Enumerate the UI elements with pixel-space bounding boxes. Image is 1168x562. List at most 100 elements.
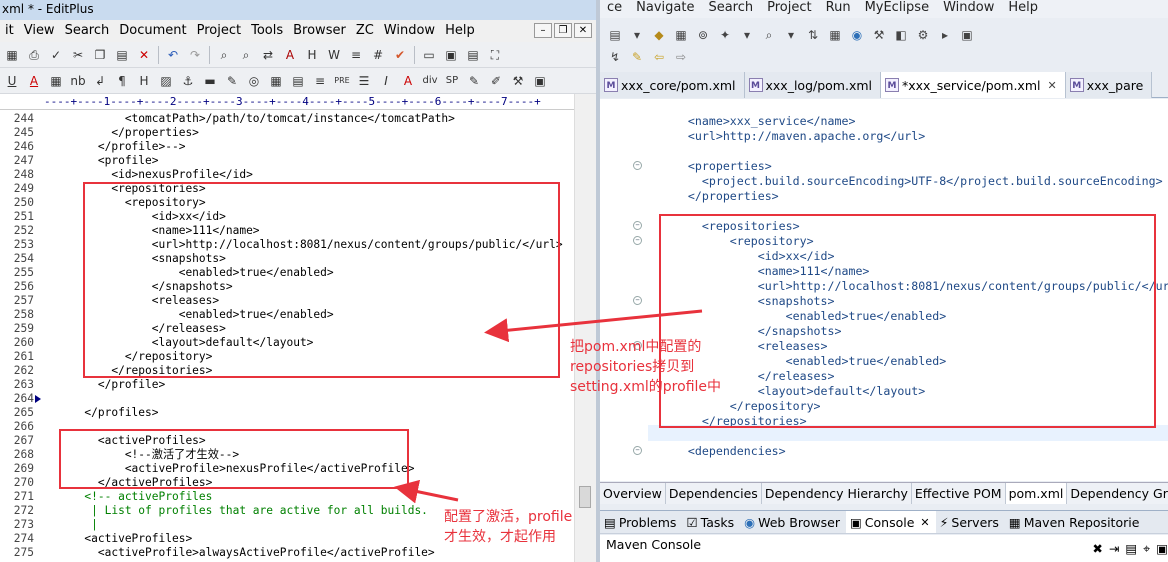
replace-icon[interactable]: ⇄ <box>258 45 278 65</box>
menu-item-project[interactable]: Project <box>192 20 246 42</box>
code-line[interactable]: 245 </properties> <box>0 126 574 140</box>
image-icon[interactable]: ▨ <box>156 71 176 91</box>
code-line[interactable] <box>600 144 1168 159</box>
scrollbar-thumb[interactable] <box>579 486 591 508</box>
view-icon[interactable]: ▭ <box>419 45 439 65</box>
cascade-icon[interactable]: ▤ <box>463 45 483 65</box>
new-wizard-icon[interactable]: ✦ <box>716 26 734 44</box>
code-line[interactable]: 263 </profile> <box>0 378 574 392</box>
save-icon[interactable]: ▤ <box>606 26 624 44</box>
code-line[interactable]: − <dependencies> <box>600 444 1168 459</box>
redo-icon[interactable]: ↷ <box>185 45 205 65</box>
italic-icon[interactable]: I <box>376 71 396 91</box>
menu-item-search[interactable]: Search <box>60 20 115 42</box>
underline-icon[interactable]: U <box>2 71 22 91</box>
menu-item-browser[interactable]: Browser <box>288 20 351 42</box>
minimize-icon[interactable]: – <box>534 23 552 38</box>
code-line[interactable]: <name>xxx_service</name> <box>600 114 1168 129</box>
code-line[interactable]: 248 <id>nexusProfile</id> <box>0 168 574 182</box>
tab-dependencies[interactable]: Dependencies <box>666 483 762 504</box>
run-icon[interactable]: ▸ <box>936 26 954 44</box>
font-color-icon[interactable]: A <box>24 71 44 91</box>
menu-item-view[interactable]: View <box>19 20 60 42</box>
clear-icon[interactable]: ▤ <box>1125 539 1137 559</box>
print-icon[interactable]: ⎙ <box>24 45 44 65</box>
pin-icon[interactable]: ⌖ <box>1143 539 1150 559</box>
open-type-icon[interactable]: ◧ <box>892 26 910 44</box>
span-icon[interactable]: SP <box>442 71 462 91</box>
code-line[interactable]: 247 <profile> <box>0 154 574 168</box>
line-numbers-icon[interactable]: # <box>368 45 388 65</box>
hr-icon[interactable]: ▬ <box>200 71 220 91</box>
restore-icon[interactable]: ❐ <box>554 23 572 38</box>
menu-item-window[interactable]: Window <box>379 20 440 42</box>
forward-icon[interactable]: ⇨ <box>672 48 690 66</box>
save-all-icon[interactable]: ▦ <box>2 45 22 65</box>
globe-icon[interactable]: ◉ <box>848 26 866 44</box>
menu-item-zc[interactable]: ZC <box>351 20 379 42</box>
tab-maven-repositories[interactable]: ▦ Maven Repositorie <box>1005 511 1145 533</box>
menu-item[interactable]: ce <box>600 0 629 18</box>
menu-item-help[interactable]: Help <box>1001 0 1045 18</box>
align-icon[interactable]: ≡ <box>310 71 330 91</box>
code-line[interactable]: 264 <box>0 392 574 406</box>
code-line[interactable]: <url>http://maven.apache.org</url> <box>600 129 1168 144</box>
copy-icon[interactable]: ❐ <box>90 45 110 65</box>
dropdown-icon[interactable]: ▾ <box>782 26 800 44</box>
find-in-files-icon[interactable]: ⌕ <box>236 45 256 65</box>
tab-xxx-pare[interactable]: Mxxx_pare <box>1065 72 1153 98</box>
display-icon[interactable]: ▣ <box>1156 539 1168 559</box>
dropdown-icon[interactable]: ▾ <box>738 26 756 44</box>
history-icon[interactable]: ↯ <box>606 48 624 66</box>
perspective-icon[interactable]: ▣ <box>958 26 976 44</box>
close-tab-icon[interactable]: ✕ <box>1047 73 1056 98</box>
preferences-icon[interactable]: ⚙ <box>914 26 932 44</box>
menu-item-help[interactable]: Help <box>440 20 480 42</box>
div-icon[interactable]: div <box>420 71 440 91</box>
ruler-icon[interactable]: ≡ <box>346 45 366 65</box>
annotation-icon[interactable]: ✎ <box>628 48 646 66</box>
heading-icon[interactable]: H <box>134 71 154 91</box>
check-icon[interactable]: ✔ <box>390 45 410 65</box>
cut-icon[interactable]: ✂ <box>68 45 88 65</box>
code-line[interactable]: 275 <activeProfile>alwaysActiveProfile</… <box>0 546 574 560</box>
deploy-icon[interactable]: ⇅ <box>804 26 822 44</box>
fold-toggle-icon[interactable]: − <box>633 236 642 245</box>
package-icon[interactable]: ◆ <box>650 26 668 44</box>
undo-icon[interactable]: ↶ <box>163 45 183 65</box>
tab-console[interactable]: ▣ Console ✕ <box>845 511 936 534</box>
tab-xxx-core-pom[interactable]: Mxxx_core/pom.xml <box>600 72 745 98</box>
tab-xxx-log-pom[interactable]: Mxxx_log/pom.xml <box>744 72 882 98</box>
code-line[interactable]: − <properties> <box>600 159 1168 174</box>
fold-toggle-icon[interactable]: − <box>633 161 642 170</box>
code-line[interactable]: <project.build.sourceEncoding>UTF-8</pro… <box>600 174 1168 189</box>
font-icon[interactable]: A <box>398 71 418 91</box>
paragraph-icon[interactable]: ¶ <box>112 71 132 91</box>
close-tab-icon[interactable]: ✕ <box>920 511 929 534</box>
code-line[interactable]: 265 </profiles> <box>0 406 574 420</box>
menu-item-run[interactable]: Run <box>819 0 858 18</box>
pre-icon[interactable]: PRE <box>332 71 352 91</box>
tab-web-browser[interactable]: ◉ Web Browser <box>740 511 846 533</box>
menu-item[interactable]: it <box>0 20 19 42</box>
script-icon[interactable]: ✎ <box>464 71 484 91</box>
paste-icon[interactable]: ▤ <box>112 45 132 65</box>
code-line[interactable]: 244 <tomcatPath>/path/to/tomcat/instance… <box>0 112 574 126</box>
code-line[interactable]: 246 </profile>--> <box>0 140 574 154</box>
anchor-icon[interactable]: ⚓ <box>178 71 198 91</box>
fold-toggle-icon[interactable]: − <box>633 446 642 455</box>
search-icon[interactable]: ⌕ <box>760 26 778 44</box>
nbsp-icon[interactable]: nb <box>68 71 88 91</box>
code-line[interactable]: </properties> <box>600 189 1168 204</box>
spellcheck-icon[interactable]: ✓ <box>46 45 66 65</box>
menu-item-document[interactable]: Document <box>114 20 191 42</box>
fullscreen-icon[interactable]: ⛶ <box>485 45 505 65</box>
menu-item-window[interactable]: Window <box>936 0 1001 18</box>
server-icon[interactable]: ▦ <box>826 26 844 44</box>
code-line[interactable] <box>600 429 1168 444</box>
editplus-vertical-scrollbar[interactable] <box>574 94 596 562</box>
hex-icon[interactable]: H <box>302 45 322 65</box>
form-icon[interactable]: ▤ <box>288 71 308 91</box>
style-icon[interactable]: ✐ <box>486 71 506 91</box>
tab-dependency-hierarchy[interactable]: Dependency Hierarchy <box>762 483 912 504</box>
